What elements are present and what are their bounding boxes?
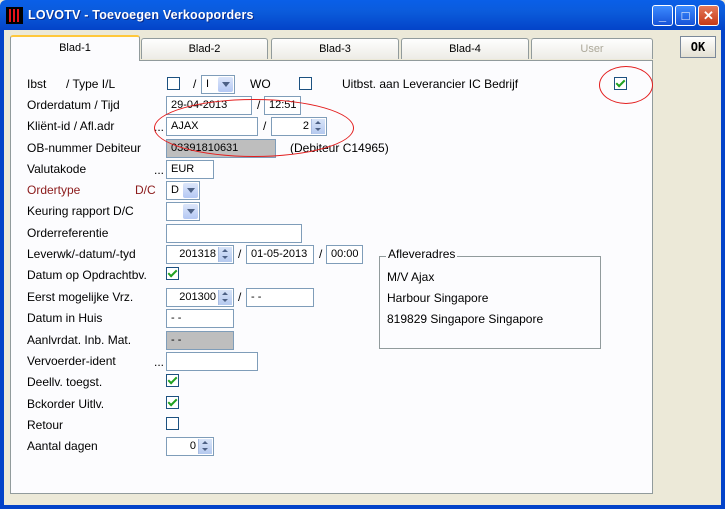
vervoerder-label: Vervoerder-ident bbox=[27, 354, 116, 368]
leverwk-label: Leverwk/-datum/-tyd bbox=[27, 247, 136, 261]
ordertype-select[interactable]: D bbox=[166, 181, 200, 200]
datum-opdracht-checkbox[interactable] bbox=[166, 267, 179, 280]
ob-label: OB-nummer Debiteur bbox=[27, 141, 142, 155]
afleveradres-line3: 819829 Singapore Singapore bbox=[387, 312, 544, 326]
leverwk-value: 201318 bbox=[179, 248, 216, 260]
valutakode-lookup-dots[interactable]: ... bbox=[154, 163, 164, 177]
orderdatum-label: Orderdatum / Tijd bbox=[27, 98, 120, 112]
ordertijd-input[interactable]: 12:51 bbox=[264, 96, 301, 115]
orderreferentie-input[interactable] bbox=[166, 224, 302, 243]
leverwk-stepper[interactable]: 201318 bbox=[166, 245, 234, 264]
minimize-button[interactable]: _ bbox=[652, 5, 673, 26]
wo-label: WO bbox=[250, 77, 271, 91]
spinner-icon[interactable] bbox=[198, 439, 212, 454]
bckorder-label: Bckorder Uitlv. bbox=[27, 397, 105, 411]
leverdatum-slash: / bbox=[319, 247, 323, 261]
afladr-stepper[interactable]: 2 bbox=[271, 117, 327, 136]
ordertype-value: D bbox=[171, 184, 179, 196]
datum-huis-input[interactable]: - - bbox=[166, 309, 234, 328]
title-bar: LOVOTV - Toevoegen Verkooporders _ □ ✕ bbox=[0, 0, 725, 30]
klient-input[interactable]: AJAX bbox=[166, 117, 258, 136]
uitbst-checkbox[interactable] bbox=[614, 77, 627, 90]
afleveradres-title: Afleveradres bbox=[386, 247, 458, 261]
chevron-down-icon[interactable] bbox=[183, 183, 198, 198]
klient-label: Kliënt-id / Afl.adr bbox=[27, 119, 115, 133]
datum-opdracht-label: Datum op Opdrachtbv. bbox=[27, 268, 147, 282]
aantal-stepper[interactable]: 0 bbox=[166, 437, 214, 456]
eerst-slash: / bbox=[238, 290, 242, 304]
deellv-checkbox[interactable] bbox=[166, 374, 179, 387]
eerst-week-value: 201300 bbox=[179, 291, 216, 303]
orderdatum-slash: / bbox=[257, 98, 261, 112]
datum-huis-label: Datum in Huis bbox=[27, 311, 103, 325]
levertijd-input[interactable]: 00:00 bbox=[326, 245, 363, 264]
spinner-icon[interactable] bbox=[311, 119, 325, 134]
aanlvrdat-label: Aanlvrdat. Inb. Mat. bbox=[27, 333, 132, 347]
keuring-select[interactable] bbox=[166, 202, 200, 221]
ordertype-label: Ordertype bbox=[27, 183, 81, 197]
tab-blad-4[interactable]: Blad-4 bbox=[401, 38, 529, 59]
klient-lookup-dots[interactable]: ... bbox=[154, 120, 164, 134]
orderreferentie-label: Orderreferentie bbox=[27, 226, 109, 240]
vervoerder-input[interactable] bbox=[166, 352, 258, 371]
ibst-checkbox[interactable] bbox=[167, 77, 180, 90]
tab-blad-3[interactable]: Blad-3 bbox=[271, 38, 399, 59]
wo-checkbox[interactable] bbox=[299, 77, 312, 90]
eerst-week-stepper[interactable]: 201300 bbox=[166, 288, 234, 307]
spinner-icon[interactable] bbox=[218, 290, 232, 305]
aanlvrdat-input: - - bbox=[166, 331, 234, 350]
chevron-down-icon[interactable] bbox=[183, 204, 198, 219]
type-select[interactable]: I bbox=[201, 75, 235, 94]
eerst-datum-input[interactable]: - - bbox=[246, 288, 314, 307]
deellv-label: Deellv. toegst. bbox=[27, 375, 103, 389]
maximize-button[interactable]: □ bbox=[675, 5, 696, 26]
ob-input: 03391810631 bbox=[166, 139, 276, 158]
window-title: LOVOTV - Toevoegen Verkooporders bbox=[28, 8, 254, 22]
dc-label: D/C bbox=[135, 183, 156, 197]
app-icon[interactable] bbox=[6, 7, 23, 24]
afleveradres-line1: M/V Ajax bbox=[387, 270, 435, 284]
type-slash: / bbox=[193, 77, 197, 91]
vervoerder-lookup-dots[interactable]: ... bbox=[154, 355, 164, 369]
tab-blad-2[interactable]: Blad-2 bbox=[141, 38, 268, 59]
debiteur-text: (Debiteur C14965) bbox=[290, 141, 389, 155]
type-label: / Type I/L bbox=[66, 77, 116, 91]
leverdatum-input[interactable]: 01-05-2013 bbox=[246, 245, 314, 264]
eerst-label: Eerst mogelijke Vrz. bbox=[27, 290, 134, 304]
leverwk-slash: / bbox=[238, 247, 242, 261]
spinner-icon[interactable] bbox=[218, 247, 232, 262]
uitbst-label: Uitbst. aan Leverancier IC Bedrijf bbox=[342, 77, 519, 91]
tab-user: User bbox=[531, 38, 653, 59]
tab-blad-1[interactable]: Blad-1 bbox=[10, 35, 140, 61]
afladr-value: 2 bbox=[302, 120, 309, 132]
orderdatum-input[interactable]: 29-04-2013 bbox=[166, 96, 252, 115]
type-value: I bbox=[206, 78, 210, 90]
ibst-label: Ibst bbox=[27, 77, 47, 91]
aantal-label: Aantal dagen bbox=[27, 439, 98, 453]
close-button[interactable]: ✕ bbox=[698, 5, 719, 26]
klient-slash: / bbox=[263, 119, 267, 133]
aantal-value: 0 bbox=[189, 440, 196, 452]
chevron-down-icon[interactable] bbox=[218, 77, 233, 92]
ok-button[interactable]: OK bbox=[680, 36, 716, 58]
keuring-label: Keuring rapport D/C bbox=[27, 204, 134, 218]
afleveradres-line2: Harbour Singapore bbox=[387, 291, 489, 305]
retour-checkbox[interactable] bbox=[166, 417, 179, 430]
valutakode-label: Valutakode bbox=[27, 162, 87, 176]
valutakode-input[interactable]: EUR bbox=[166, 160, 214, 179]
retour-label: Retour bbox=[27, 418, 64, 432]
bckorder-checkbox[interactable] bbox=[166, 396, 179, 409]
